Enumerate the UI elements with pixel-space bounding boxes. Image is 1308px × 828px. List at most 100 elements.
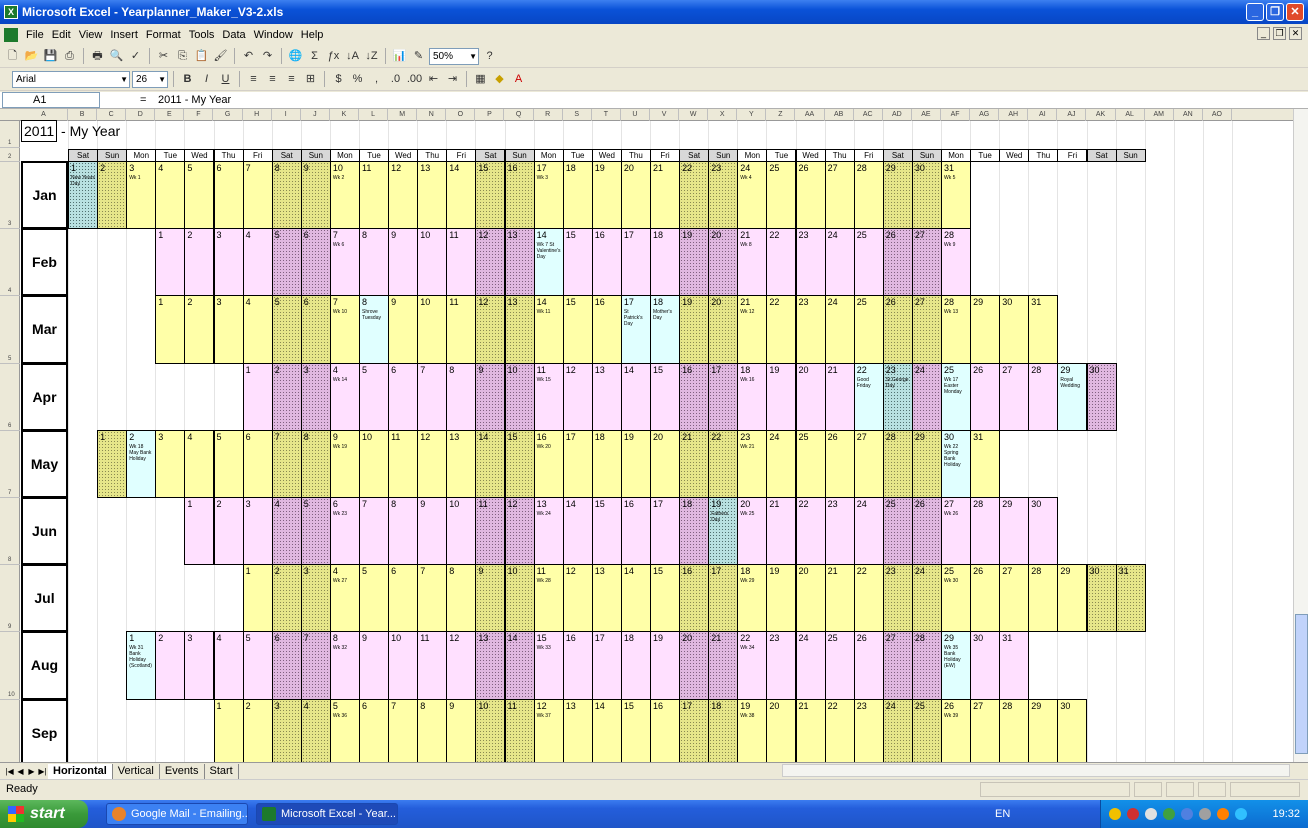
underline-icon[interactable]: U <box>217 70 234 88</box>
day-cell[interactable]: 30 <box>1086 362 1117 431</box>
day-cell[interactable]: 30 <box>970 631 1001 700</box>
row-header[interactable]: 1 <box>0 121 20 148</box>
column-header[interactable]: AN <box>1174 109 1203 121</box>
day-cell[interactable]: 13 <box>591 564 622 633</box>
formula-input[interactable]: 2011 - My Year <box>158 92 231 108</box>
day-cell[interactable]: 24 <box>766 429 797 498</box>
day-cell[interactable]: 23 <box>795 228 826 297</box>
sort-descending-icon[interactable]: ↓Z <box>363 47 380 65</box>
day-cell[interactable]: 31 <box>1115 564 1146 633</box>
tray-app-icon[interactable] <box>1163 808 1175 820</box>
day-cell[interactable]: 12 <box>417 429 448 498</box>
day-cell[interactable]: 9 Wk 19 <box>329 429 360 498</box>
day-cell[interactable]: 6 <box>213 161 244 230</box>
day-cell[interactable]: 14 <box>446 161 477 230</box>
day-cell[interactable]: 16 <box>591 228 622 297</box>
day-cell[interactable]: 12 <box>562 564 593 633</box>
day-cell[interactable]: 29 <box>970 295 1001 364</box>
tray-app-icon[interactable] <box>1127 808 1139 820</box>
menu-format[interactable]: Format <box>142 29 185 41</box>
day-cell[interactable]: 28 Wk 9 <box>941 228 972 297</box>
minimize-button[interactable]: _ <box>1246 3 1264 21</box>
font-select[interactable]: Arial ▼ <box>12 70 130 88</box>
day-cell[interactable]: 16 <box>679 564 710 633</box>
day-cell[interactable]: 20 <box>795 564 826 633</box>
day-cell[interactable]: 3 <box>184 631 215 700</box>
day-cell[interactable]: 15 <box>504 429 535 498</box>
day-cell[interactable]: 17 St Patrick's Day <box>620 295 651 364</box>
day-cell[interactable]: 2 <box>271 362 302 431</box>
day-cell[interactable]: 3 Wk 1 <box>126 161 157 230</box>
day-cell[interactable]: 22 <box>708 429 739 498</box>
close-button[interactable]: ✕ <box>1286 3 1304 21</box>
day-cell[interactable]: 6 <box>300 295 331 364</box>
next-sheet-icon[interactable]: ▶ <box>26 767 37 776</box>
day-cell[interactable]: 19 <box>620 429 651 498</box>
day-cell[interactable]: 7 <box>388 698 419 762</box>
day-cell[interactable]: 18 <box>620 631 651 700</box>
day-cell[interactable]: 22 Good Friday <box>853 362 884 431</box>
day-cell[interactable]: 30 <box>999 295 1030 364</box>
day-cell[interactable]: 11 <box>359 161 390 230</box>
day-cell[interactable]: 4 <box>242 228 273 297</box>
column-header[interactable]: Z <box>766 109 796 121</box>
undo-icon[interactable]: ↶ <box>240 47 257 65</box>
day-cell[interactable]: 18 <box>650 228 681 297</box>
month-label[interactable]: Sep <box>21 698 68 762</box>
day-cell[interactable]: 2 <box>184 228 215 297</box>
day-cell[interactable]: 4 <box>155 161 186 230</box>
day-cell[interactable]: 8 <box>359 228 390 297</box>
format-painter-icon[interactable]: 🖌 <box>212 47 229 65</box>
day-cell[interactable]: 29 <box>911 429 942 498</box>
day-cell[interactable]: 22 <box>795 497 826 566</box>
day-cell[interactable]: 20 <box>620 161 651 230</box>
day-cell[interactable]: 25 <box>853 295 884 364</box>
comma-icon[interactable]: , <box>368 70 385 88</box>
tray-app-icon[interactable] <box>1199 808 1211 820</box>
day-cell[interactable]: 10 <box>359 429 390 498</box>
day-cell[interactable]: 2 <box>242 698 273 762</box>
menu-data[interactable]: Data <box>218 29 249 41</box>
align-left-icon[interactable]: ≡ <box>245 70 262 88</box>
first-sheet-icon[interactable]: |◀ <box>4 767 15 776</box>
day-cell[interactable]: 13 <box>562 698 593 762</box>
row-header[interactable]: 2 <box>0 148 20 162</box>
day-cell[interactable]: 21 Wk 8 <box>737 228 768 297</box>
column-header[interactable]: AF <box>941 109 971 121</box>
day-cell[interactable]: 30 <box>1057 698 1088 762</box>
day-cell[interactable]: 11 <box>446 295 477 364</box>
day-cell[interactable]: 24 <box>911 362 942 431</box>
day-cell[interactable]: 1 <box>213 698 244 762</box>
month-label[interactable]: Jul <box>21 564 68 633</box>
day-cell[interactable]: 6 <box>300 228 331 297</box>
column-header[interactable]: S <box>563 109 592 121</box>
day-cell[interactable]: 12 <box>562 362 593 431</box>
row-header[interactable]: 4 <box>0 229 20 297</box>
day-cell[interactable]: 6 <box>242 429 273 498</box>
day-cell[interactable]: 20 <box>708 295 739 364</box>
menu-help[interactable]: Help <box>297 29 328 41</box>
print-icon[interactable]: 🖶 <box>89 47 106 65</box>
day-cell[interactable]: 5 <box>213 429 244 498</box>
row-header[interactable]: 7 <box>0 431 20 498</box>
day-cell[interactable]: 25 Wk 17 Easter Monday <box>941 362 972 431</box>
hyperlink-icon[interactable]: 🌐 <box>287 47 304 65</box>
font-color-icon[interactable]: A <box>510 70 527 88</box>
day-cell[interactable]: 29 <box>1028 698 1059 762</box>
day-cell[interactable]: 13 <box>504 295 535 364</box>
day-cell[interactable]: 1 Wk 31 Bank Holiday (Scotland) <box>126 631 157 700</box>
day-cell[interactable]: 17 <box>620 228 651 297</box>
tray-app-icon[interactable] <box>1235 808 1247 820</box>
day-cell[interactable]: 21 <box>650 161 681 230</box>
day-cell[interactable]: 24 Wk 4 <box>737 161 768 230</box>
day-cell[interactable]: 24 <box>853 497 884 566</box>
day-cell[interactable]: 7 <box>359 497 390 566</box>
column-header[interactable]: H <box>243 109 272 121</box>
day-cell[interactable]: 18 <box>708 698 739 762</box>
decrease-decimal-icon[interactable]: .00 <box>406 70 423 88</box>
day-cell[interactable]: 27 <box>999 362 1030 431</box>
month-label[interactable]: Jan <box>21 161 68 230</box>
day-cell[interactable]: 2 <box>213 497 244 566</box>
day-cell[interactable]: 2 <box>184 295 215 364</box>
column-header[interactable]: L <box>359 109 389 121</box>
